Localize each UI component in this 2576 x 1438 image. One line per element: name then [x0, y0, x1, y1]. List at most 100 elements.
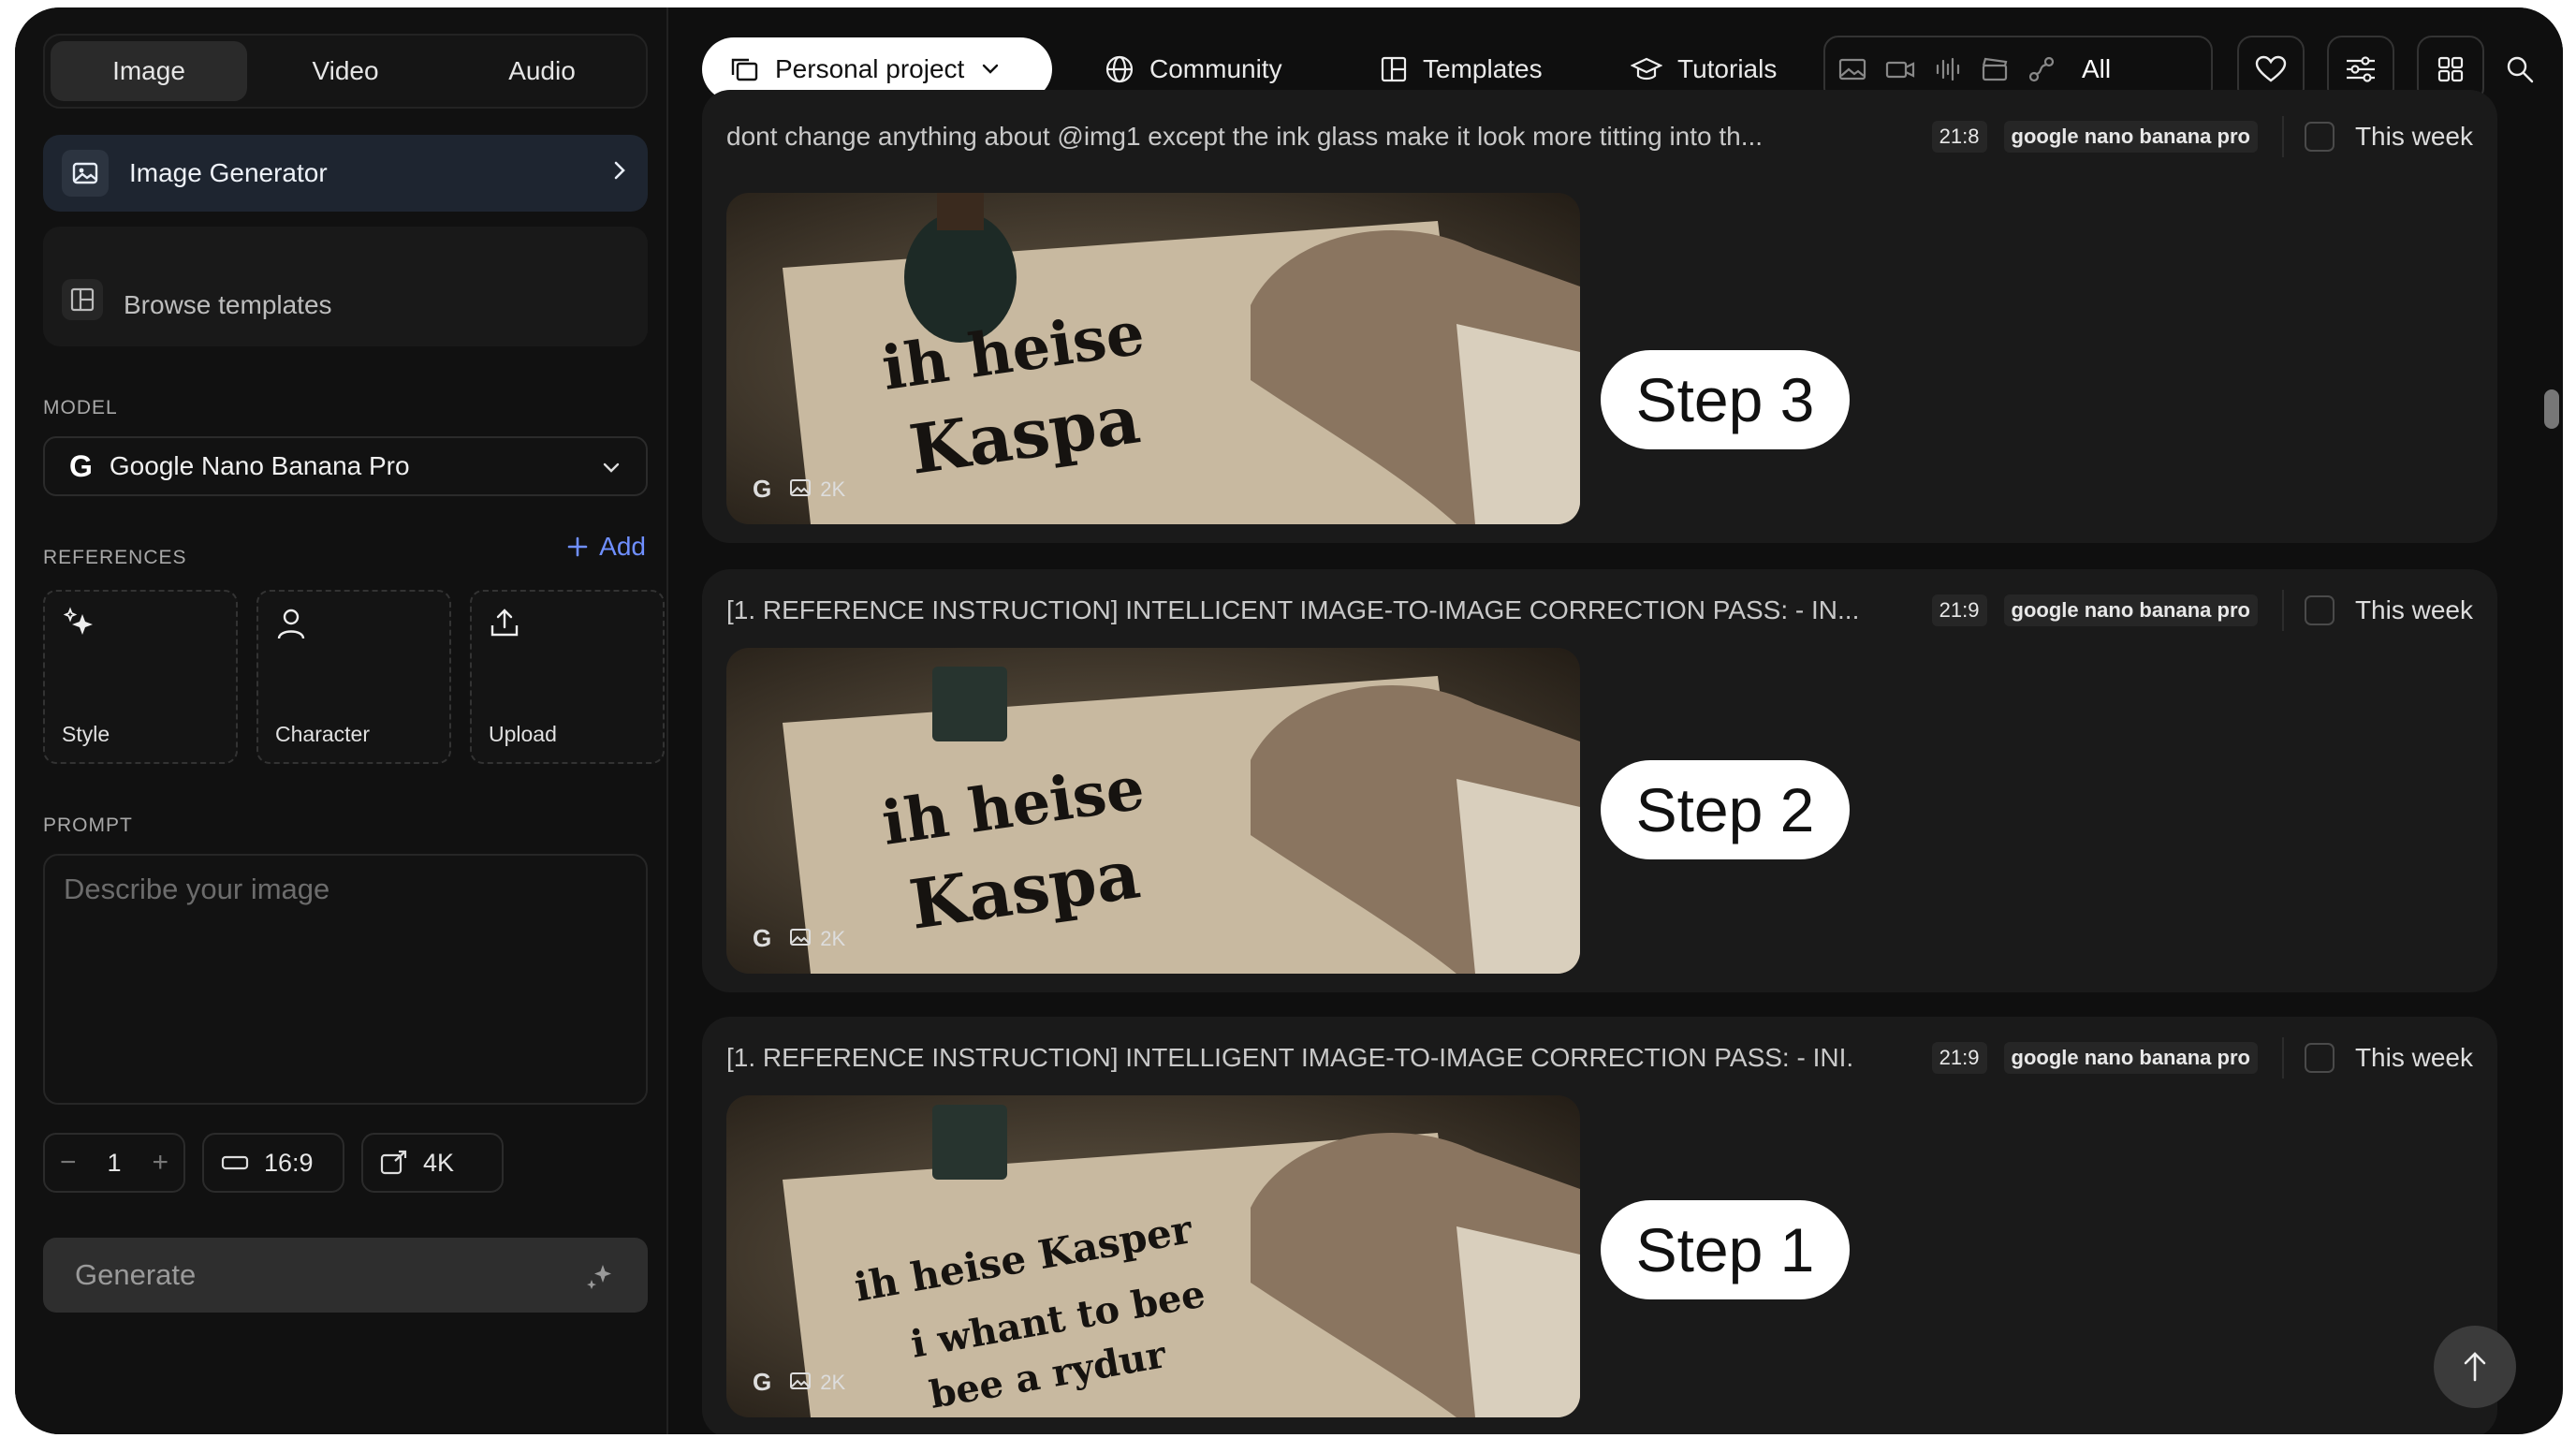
- select-checkbox[interactable]: [2304, 1043, 2334, 1073]
- entry-prompt[interactable]: dont change anything about @img1 except …: [726, 122, 1915, 152]
- resolution-badge: 2K: [820, 926, 846, 950]
- plus-icon: [567, 536, 588, 557]
- browse-templates-card[interactable]: Browse templates: [43, 227, 648, 346]
- select-checkbox[interactable]: [2304, 595, 2334, 625]
- aspect-ratio-select[interactable]: 16:9: [202, 1133, 344, 1193]
- sparkle-icon: [587, 1265, 611, 1289]
- filter-all[interactable]: All: [2082, 54, 2111, 84]
- nav-community-label: Community: [1149, 54, 1282, 83]
- entry-header: dont change anything about @img1 except …: [726, 116, 2473, 157]
- select-checkbox[interactable]: [2304, 122, 2334, 152]
- chevron-right-icon: [610, 158, 629, 188]
- scrollbar-thumb[interactable]: [2544, 389, 2559, 429]
- app-window: Image Video Audio Image Generator Browse…: [15, 7, 2563, 1434]
- reference-upload[interactable]: Upload: [470, 590, 665, 764]
- resolution-select[interactable]: 4K: [361, 1133, 504, 1193]
- person-icon: [275, 607, 432, 645]
- plus-icon[interactable]: +: [152, 1147, 168, 1179]
- step-label: Step 3: [1601, 350, 1850, 449]
- workflow-filter-icon[interactable]: [2027, 55, 2056, 83]
- resolution-badge: 2K: [820, 477, 846, 501]
- sidebar: Image Video Audio Image Generator Browse…: [15, 7, 668, 1434]
- generated-image[interactable]: ih heise Kaspa G 2K: [726, 648, 1580, 974]
- generated-image[interactable]: ih heise Kaspa G 2K: [726, 193, 1580, 524]
- quantity-value: 1: [107, 1148, 122, 1177]
- generation-feed: dont change anything about @img1 except …: [670, 90, 2563, 1434]
- folder-stack-icon: [731, 58, 758, 81]
- media-type-tabs: Image Video Audio: [43, 34, 648, 109]
- search-button[interactable]: [2486, 36, 2554, 103]
- resolution-icon: [380, 1150, 407, 1175]
- reference-style[interactable]: Style: [43, 590, 238, 764]
- divider: [2281, 590, 2284, 631]
- browse-templates-label: Browse templates: [124, 290, 332, 319]
- image-icon: [62, 150, 109, 197]
- step-label: Step 1: [1601, 1200, 1850, 1299]
- resolution-value: 4K: [423, 1148, 455, 1177]
- generate-label: Generate: [75, 1258, 197, 1291]
- tab-audio[interactable]: Audio: [444, 41, 640, 101]
- clapperboard-filter-icon[interactable]: [1981, 56, 2009, 82]
- arrow-up-icon: [2464, 1352, 2486, 1382]
- image-meta: G 2K: [753, 475, 845, 504]
- magic-stars-icon: [62, 607, 219, 643]
- ratio-badge: 21:9: [1931, 1042, 1987, 1074]
- scroll-to-top-button[interactable]: [2434, 1326, 2516, 1408]
- minus-icon[interactable]: −: [60, 1147, 77, 1179]
- search-icon: [2507, 56, 2534, 83]
- image-generator-card[interactable]: Image Generator: [43, 135, 648, 212]
- model-section-label: MODEL: [43, 397, 118, 418]
- graduation-cap-icon: [1631, 57, 1662, 81]
- project-label: Personal project: [775, 54, 965, 83]
- prompt-input[interactable]: Describe your image: [43, 854, 648, 1105]
- date-label: This week: [2354, 1043, 2473, 1072]
- google-icon: G: [753, 924, 772, 952]
- generation-entry: dont change anything about @img1 except …: [702, 90, 2497, 543]
- reference-style-label: Style: [62, 722, 110, 746]
- resolution-badge: 2K: [820, 1370, 846, 1394]
- date-label: This week: [2354, 595, 2473, 624]
- reference-upload-label: Upload: [489, 722, 557, 746]
- video-filter-icon[interactable]: [1885, 58, 1915, 81]
- nav-templates-label: Templates: [1423, 54, 1543, 83]
- step-label: Step 2: [1601, 760, 1850, 859]
- sliders-icon: [2347, 56, 2375, 82]
- references-section-label: REFERENCES: [43, 547, 187, 568]
- date-label: This week: [2354, 122, 2473, 151]
- entry-prompt[interactable]: [1. REFERENCE INSTRUCTION] INTELLIGENT I…: [726, 1043, 1915, 1073]
- quantity-stepper[interactable]: − 1 +: [43, 1133, 185, 1193]
- audio-filter-icon[interactable]: [1934, 56, 1962, 82]
- upload-icon: [489, 607, 646, 643]
- globe-icon: [1105, 55, 1134, 83]
- chevron-down-icon: [601, 451, 622, 481]
- generate-button[interactable]: Generate: [43, 1238, 648, 1313]
- tab-image[interactable]: Image: [51, 41, 247, 101]
- reference-character[interactable]: Character: [256, 590, 451, 764]
- model-selected-label: Google Nano Banana Pro: [109, 451, 410, 480]
- generated-image[interactable]: ih heise Kasper i whant to bee bee a ryd…: [726, 1095, 1580, 1417]
- image-filter-icon[interactable]: [1838, 57, 1866, 81]
- model-select[interactable]: G Google Nano Banana Pro: [43, 436, 648, 496]
- heart-icon: [2255, 55, 2287, 82]
- templates-icon: [1381, 56, 1407, 82]
- entry-header: [1. REFERENCE INSTRUCTION] INTELLIGENT I…: [726, 1037, 2473, 1078]
- chevron-down-icon: [983, 64, 999, 74]
- entry-prompt[interactable]: [1. REFERENCE INSTRUCTION] INTELLICENT I…: [726, 595, 1915, 625]
- templates-icon: [62, 279, 103, 320]
- aspect-ratio-value: 16:9: [264, 1148, 314, 1177]
- image-meta: G 2K: [753, 1368, 845, 1397]
- entry-header: [1. REFERENCE INSTRUCTION] INTELLICENT I…: [726, 590, 2473, 631]
- divider: [2281, 1037, 2284, 1078]
- grid-icon: [2437, 56, 2464, 82]
- aspect-ratio-icon: [221, 1155, 249, 1170]
- image-generator-label: Image Generator: [129, 158, 328, 187]
- model-badge: google nano banana pro: [2003, 1042, 2258, 1074]
- tab-video[interactable]: Video: [247, 41, 444, 101]
- reference-character-label: Character: [275, 722, 370, 746]
- google-icon: G: [753, 475, 772, 503]
- image-icon: [790, 1371, 812, 1395]
- image-icon: [790, 477, 812, 502]
- add-reference-button[interactable]: Add: [567, 532, 646, 562]
- ratio-badge: 21:9: [1931, 594, 1987, 626]
- generation-entry: [1. REFERENCE INSTRUCTION] INTELLICENT I…: [702, 569, 2497, 992]
